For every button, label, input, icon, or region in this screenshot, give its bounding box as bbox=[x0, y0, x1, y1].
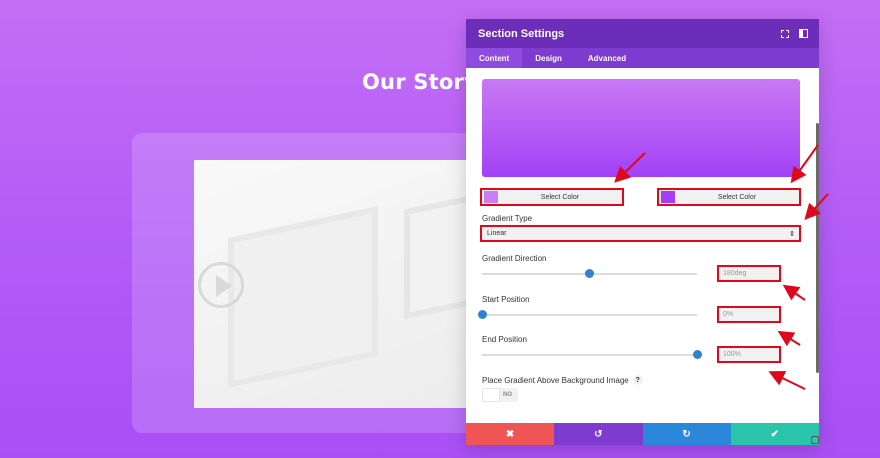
gradient-end-color-button[interactable]: Select Color bbox=[657, 188, 801, 206]
modal-footer: ✖ ↺ ↻ ✔ bbox=[466, 423, 819, 445]
undo-button[interactable]: ↺ bbox=[554, 423, 643, 445]
place-gradient-above-label: Place Gradient Above Background Image ? bbox=[482, 375, 643, 385]
color-button-label: Select Color bbox=[717, 193, 757, 201]
modal-body: Select Color Select Color Gradient Type … bbox=[466, 68, 819, 425]
start-position-input[interactable]: 0% bbox=[717, 306, 781, 323]
tab-content[interactable]: Content bbox=[466, 48, 523, 68]
place-gradient-above-text: Place Gradient Above Background Image bbox=[482, 375, 629, 385]
start-position-slider-track[interactable] bbox=[482, 314, 697, 316]
end-position-input[interactable]: 100% bbox=[717, 346, 781, 363]
page-heading: Our Story bbox=[362, 70, 478, 94]
place-gradient-above-toggle[interactable]: NO bbox=[482, 388, 518, 402]
toggle-state-text: NO bbox=[503, 392, 512, 398]
end-position-label: End Position bbox=[482, 335, 527, 344]
gradient-type-label: Gradient Type bbox=[482, 214, 533, 223]
split-view-icon[interactable] bbox=[799, 29, 808, 38]
tab-advanced[interactable]: Advanced bbox=[575, 48, 639, 68]
resize-handle-icon[interactable] bbox=[811, 436, 819, 444]
gradient-direction-slider-knob[interactable] bbox=[585, 269, 594, 278]
select-arrows-icon: ⇕ bbox=[789, 230, 795, 238]
cancel-button[interactable]: ✖ bbox=[466, 423, 555, 445]
gradient-direction-input[interactable]: 180deg bbox=[717, 265, 781, 282]
scrollbar[interactable] bbox=[816, 123, 819, 373]
redo-button[interactable]: ↻ bbox=[642, 423, 731, 445]
video-mockup-screen bbox=[228, 206, 378, 388]
help-icon[interactable]: ? bbox=[632, 375, 643, 385]
play-icon[interactable] bbox=[198, 262, 244, 308]
modal-title: Section Settings bbox=[478, 27, 565, 40]
gradient-type-select[interactable]: Linear ⇕ bbox=[480, 225, 801, 242]
start-position-label: Start Position bbox=[482, 295, 530, 304]
gradient-start-color-button[interactable]: Select Color bbox=[480, 188, 624, 206]
expand-icon[interactable] bbox=[781, 29, 789, 38]
gradient-preview bbox=[482, 79, 800, 177]
toggle-knob bbox=[482, 388, 500, 402]
section-settings-modal: Section Settings Content Design Advanced… bbox=[466, 19, 819, 445]
color-swatch bbox=[484, 191, 498, 203]
start-position-slider-knob[interactable] bbox=[477, 310, 487, 319]
color-button-label: Select Color bbox=[540, 193, 580, 201]
modal-tabs: Content Design Advanced bbox=[466, 48, 819, 68]
color-swatch bbox=[661, 191, 675, 203]
end-position-slider-knob[interactable] bbox=[692, 350, 702, 359]
gradient-direction-label: Gradient Direction bbox=[482, 254, 547, 263]
end-position-slider-track[interactable] bbox=[482, 354, 697, 356]
modal-header: Section Settings bbox=[466, 19, 819, 48]
save-button[interactable]: ✔ bbox=[730, 423, 819, 445]
gradient-type-value: Linear bbox=[487, 230, 507, 237]
header-icons bbox=[781, 29, 808, 38]
tab-design[interactable]: Design bbox=[522, 48, 575, 68]
